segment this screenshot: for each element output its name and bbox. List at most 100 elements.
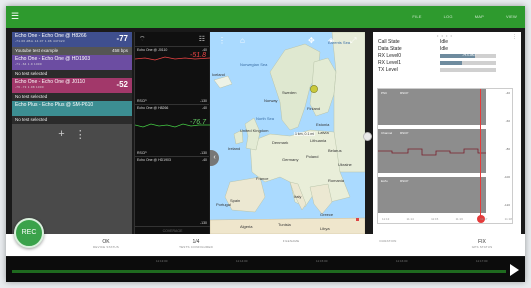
more-options-icon[interactable]: ⋮ [75, 128, 86, 141]
graph-rscp-label: RSCP [137, 151, 147, 155]
graph-header: ⌔ ☷ [135, 32, 209, 46]
graph-line [135, 123, 210, 128]
map-label: Norway [264, 98, 278, 103]
signal-graph-panel: ⌔ ☷ Echo One @ J0110 -40 -51.8 RSCP -130… [134, 32, 210, 234]
info-menu-icon[interactable]: ⋮ [512, 34, 517, 40]
test-note[interactable]: Youtube test example 458 bps [12, 47, 132, 55]
rx-level1-label: RX Level1 [378, 59, 402, 66]
rx-level0-label: RX Level0 [378, 52, 402, 59]
status-item: OK DEVICE STATUS [66, 239, 146, 249]
location-marker [310, 85, 318, 93]
test-note[interactable]: No test selected [12, 70, 132, 78]
fullscreen-icon[interactable]: ⤢ [350, 36, 356, 46]
map-label: France [256, 176, 269, 181]
device-card[interactable]: Echo One - Echo One @ HD1903 -71 -64 1.9… [12, 55, 132, 70]
map-label: Denmark [272, 140, 289, 145]
timeline-track[interactable] [12, 270, 506, 273]
test-note[interactable]: No test selected [12, 116, 132, 124]
graph-line [135, 56, 210, 61]
device-card[interactable]: Echo Plus - Echo Plus @ SM-P610 [12, 101, 132, 116]
map-label: Greece [320, 212, 334, 217]
info-header: • • • • ⋮ [373, 32, 521, 40]
device-metrics: -71.06 dBm 14.07 1.96 447423 [15, 39, 65, 43]
rx-level0-row: RX Level0 -75.6 dBm [373, 52, 521, 59]
play-icon[interactable] [510, 264, 519, 276]
status-item: 1/4 TESTS CONFIGURED [156, 239, 236, 249]
tab-view[interactable]: VIEW [506, 14, 517, 19]
call-state-label: Call State [378, 38, 400, 45]
map-scale: 1 km, 0.1 mi [294, 132, 316, 136]
data-state-value: Idle [440, 45, 449, 52]
map-label: Latvia [318, 130, 329, 135]
crosshair-icon[interactable]: ✥ [308, 36, 315, 45]
map-label: Ukraine [338, 162, 352, 167]
signal-chart[interactable]: PSC RSCP Channel RSCP Ec/Io RSCP -40 -60… [377, 88, 513, 224]
map-label: Romania [328, 178, 345, 183]
graph-top-value: -40 [201, 158, 207, 162]
timeline-tick: 11:17:00 [476, 259, 488, 263]
test-note[interactable]: No test selected [12, 93, 132, 101]
graph-section: Echo One @ HD1903 -40 -130 [135, 156, 209, 226]
home-icon[interactable]: ⌂ [240, 36, 245, 45]
graph-section: Echo One @ H8266 -40 -76.7 RSCP -130 [135, 104, 210, 156]
map-label: Lithuania [310, 138, 327, 143]
test-speed: 458 bps [111, 48, 128, 53]
menu-icon[interactable]: ☰ [11, 12, 19, 21]
timeline-tick: 11:14:00 [236, 259, 248, 263]
time-label: 11:17 [480, 217, 488, 221]
chart-tick: -120 [503, 203, 510, 207]
map-label: Germany [282, 157, 299, 162]
add-device-icon[interactable]: + [58, 128, 64, 140]
page-dots-icon[interactable]: • • • • [437, 33, 453, 38]
map-label: Portugal [216, 202, 231, 207]
timeline-tick: 11:16:00 [396, 259, 408, 263]
chart-tick: -100 [503, 175, 510, 179]
chart-tick: -60 [505, 119, 510, 123]
status-item: FILENAME [251, 239, 331, 243]
test-name: Youtube test example [15, 48, 59, 53]
tab-file[interactable]: FILE [412, 14, 421, 19]
map-label: Libya [320, 226, 330, 231]
status-bar: OK DEVICE STATUS 1/4 TESTS CONFIGURED FI… [6, 234, 525, 256]
status-label: TESTS CONFIGURED [179, 245, 213, 249]
device-card[interactable]: Echo One - Echo One @ J0110 -52 -76 -73 … [12, 78, 132, 93]
map-menu-icon[interactable]: ⋮ [218, 36, 226, 45]
device-value: -52 [116, 80, 128, 89]
rx-level1-bar [440, 60, 496, 65]
tx-level-label: TX Level [378, 66, 398, 73]
time-label: 11:16 [455, 217, 463, 221]
tab-log[interactable]: LOG [444, 14, 453, 19]
europe-map [210, 32, 365, 234]
graph-section: Echo One @ J0110 -40 -51.8 RSCP -130 [135, 46, 210, 104]
status-item: DURATION [348, 239, 428, 243]
app-screen: ☰ FILE LOG MAP VIEW Echo One - Echo One … [6, 6, 525, 282]
map-label: North Sea [256, 116, 275, 121]
map-label: Poland [306, 154, 319, 159]
record-button[interactable]: REC [14, 218, 44, 248]
timeline[interactable]: 11:13:00 11:14:00 11:15:00 11:16:00 11:1… [6, 257, 525, 282]
tab-map[interactable]: MAP [475, 14, 484, 19]
time-label: 11:15 [431, 217, 439, 221]
tx-level-bar [440, 67, 496, 72]
time-cursor-line [480, 89, 481, 219]
map-label: Algeria [240, 224, 253, 229]
device-card[interactable]: Echo One - Echo One @ H8266 -77 -71.06 d… [12, 32, 132, 47]
tx-level-row: TX Level [373, 66, 521, 73]
settings-sliders-icon[interactable]: ☷ [199, 35, 205, 43]
map-label: Barents Sea [328, 40, 351, 45]
call-state-row: Call State Idle [373, 38, 521, 45]
device-value: -77 [116, 34, 128, 43]
panel-drag-handle[interactable] [363, 132, 372, 141]
status-label: GPS STATUS [471, 245, 493, 249]
map-label: Norwegian Sea [240, 62, 268, 67]
data-state-label: Data State [378, 45, 402, 52]
map-view[interactable]: ⋮ ⌂ ✥ ◈ ⤢ ‹ Finland Norway Sweden Estoni… [210, 32, 365, 234]
graph-bottom-value: -130 [199, 99, 207, 103]
status-label: FILENAME [282, 239, 300, 243]
toolbar-tabs: FILE LOG MAP VIEW [412, 14, 517, 19]
chart-tick: -80 [505, 147, 510, 151]
call-state-value: Idle [440, 38, 449, 45]
time-label: 11:13 [382, 217, 390, 221]
wifi-icon[interactable]: ⌔ [139, 35, 146, 44]
time-label: 11:14 [406, 217, 414, 221]
